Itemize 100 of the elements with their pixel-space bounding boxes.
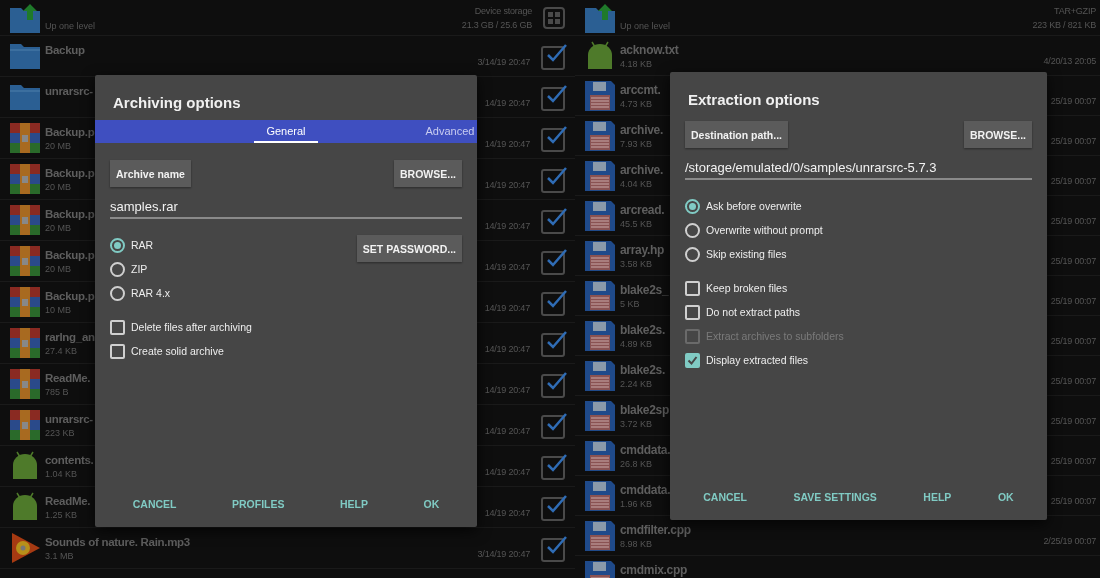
file-name[interactable]: acknow.txt (620, 42, 679, 58)
file-name[interactable]: Backup.p (45, 165, 95, 181)
name-button[interactable]: Archive name (110, 160, 191, 187)
file-name[interactable]: unrarsrc- (45, 411, 93, 427)
radio-button[interactable] (110, 261, 125, 277)
row-checkbox[interactable] (541, 414, 565, 439)
file-name[interactable]: unrarsrc- (45, 83, 93, 99)
row-checkbox[interactable] (541, 455, 565, 480)
file-name[interactable]: arcread. (620, 202, 665, 218)
dialog-action[interactable]: SAVE SETTINGS (785, 487, 885, 507)
input-field[interactable]: samples.rar (110, 199, 462, 219)
file-name[interactable]: Backup.p (45, 288, 95, 304)
file-name[interactable]: cmdmix.cpp (620, 562, 688, 578)
floppy-icon (583, 159, 617, 193)
file-name[interactable]: Backup (45, 42, 85, 58)
row-checkbox[interactable] (541, 537, 565, 562)
archive-icon (8, 408, 42, 442)
file-name[interactable]: ReadMe. (45, 370, 91, 386)
radio-button[interactable] (685, 246, 700, 262)
radio-label[interactable]: Ask before overwrite (706, 200, 802, 212)
file-name[interactable]: archive. (620, 122, 663, 138)
file-size: 2.24 KB (620, 378, 653, 391)
row-checkbox[interactable] (541, 291, 565, 316)
file-date: 25/19 00:07 (1050, 295, 1096, 308)
file-name[interactable]: blake2s. (620, 362, 665, 378)
file-date: 25/19 00:07 (1050, 95, 1096, 108)
row-checkbox[interactable] (541, 496, 565, 521)
dialog-action[interactable]: OK (415, 494, 448, 514)
name-button[interactable]: Destination path... (685, 121, 788, 148)
row-checkbox[interactable] (541, 209, 565, 234)
dialog-action[interactable]: CANCEL (695, 487, 755, 507)
dialog-action[interactable]: HELP (915, 487, 960, 507)
file-date: 14/19 20:47 (484, 138, 530, 151)
checkbox-label[interactable]: Delete files after archiving (131, 321, 252, 333)
row-checkbox[interactable] (541, 45, 565, 70)
file-name[interactable]: Sounds of nature. Rain.mp3 (45, 534, 190, 550)
row-checkbox[interactable] (541, 332, 565, 357)
info-title: Device storage (474, 4, 532, 18)
file-size: 785 B (45, 386, 69, 399)
row-checkbox[interactable] (541, 86, 565, 111)
file-name[interactable]: array.hp (620, 242, 665, 258)
radio-button[interactable] (685, 222, 700, 238)
floppy-icon (583, 519, 617, 553)
up-label[interactable]: Up one level (620, 19, 671, 33)
radio-label[interactable]: Skip existing files (706, 248, 787, 260)
input-field[interactable]: /storage/emulated/0/samples/unrarsrc-5.7.3 (685, 160, 1032, 180)
file-name[interactable]: Backup.p (45, 206, 95, 222)
file-size: 20 MB (45, 181, 71, 194)
dialog-action[interactable]: CANCEL (124, 494, 185, 514)
browse-button[interactable]: BROWSE... (394, 160, 462, 187)
file-size: 3.58 KB (620, 258, 653, 271)
floppy-icon (583, 79, 617, 113)
floppy-icon (583, 319, 617, 353)
dialog-action[interactable]: OK (989, 487, 1022, 507)
file-name[interactable]: cmddata. (620, 482, 671, 498)
file-date: 14/19 20:47 (484, 97, 530, 110)
archive-icon (8, 244, 42, 278)
row-checkbox[interactable] (541, 168, 565, 193)
browse-button[interactable]: BROWSE... (964, 121, 1032, 148)
checkbox-label[interactable]: Display extracted files (706, 354, 809, 366)
file-name[interactable]: cmddata. (620, 442, 671, 458)
file-name[interactable]: contents. (45, 452, 94, 468)
radio-label[interactable]: RAR 4.x (131, 287, 171, 299)
file-name[interactable]: blake2s. (620, 322, 665, 338)
grid-icon[interactable] (543, 6, 565, 29)
row-checkbox[interactable] (541, 250, 565, 275)
row-checkbox[interactable] (541, 127, 565, 152)
file-name[interactable]: archive. (620, 162, 663, 178)
file-name[interactable]: arccmt. (620, 82, 661, 98)
password-button[interactable]: SET PASSWORD... (356, 235, 462, 262)
radio-button[interactable] (685, 198, 700, 214)
checkbox-label[interactable]: Create solid archive (131, 345, 224, 357)
tab[interactable]: Advanced (368, 120, 477, 143)
file-name[interactable]: Backup.p (45, 247, 95, 263)
file-size: 8.98 KB (620, 538, 653, 551)
dialog-action[interactable]: PROFILES (223, 494, 293, 514)
dialog-action[interactable]: HELP (331, 494, 376, 514)
dialog-title: Archiving options (112, 93, 242, 113)
radio-label[interactable]: RAR (131, 239, 154, 251)
file-name[interactable]: blake2s_ (620, 282, 669, 298)
tab[interactable]: General (204, 120, 368, 143)
checkbox[interactable] (685, 352, 700, 368)
file-size: 1.25 KB (45, 509, 78, 522)
file-name[interactable]: Backup.p (45, 124, 95, 140)
radio-button[interactable] (110, 237, 125, 253)
row-checkbox[interactable] (541, 373, 565, 398)
up-label[interactable]: Up one level (45, 19, 96, 33)
file-name[interactable]: rarlng_an (45, 329, 95, 345)
file-name[interactable]: cmdfilter.cpp (620, 522, 691, 538)
checkbox-label[interactable]: Keep broken files (706, 282, 788, 294)
floppy-icon (583, 239, 617, 273)
file-name[interactable]: blake2sp (620, 402, 669, 418)
radio-button[interactable] (110, 285, 125, 301)
checkbox-label[interactable]: Do not extract paths (706, 306, 800, 318)
radio-label[interactable]: Overwrite without prompt (706, 224, 823, 236)
archive-icon (8, 121, 42, 155)
file-date: 14/19 20:47 (484, 425, 530, 438)
file-name[interactable]: ReadMe. (45, 493, 91, 509)
file-size: 7.93 KB (620, 138, 653, 151)
radio-label[interactable]: ZIP (131, 263, 148, 275)
